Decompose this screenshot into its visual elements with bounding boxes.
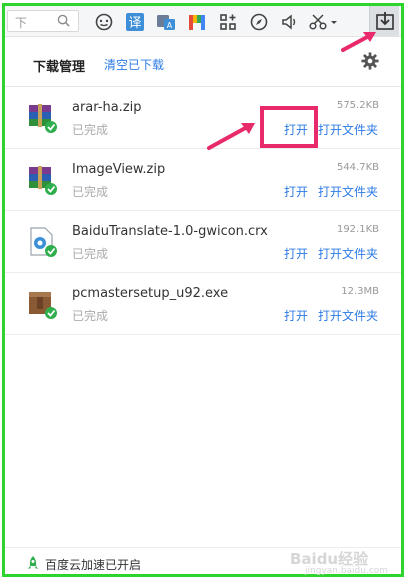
download-item: arar-ha.zip 575.2KB 已完成 打开 打开文件夹 [5,88,401,149]
search-icon[interactable] [57,14,70,27]
pointer-arrow-icon [207,123,255,150]
file-name: ImageView.zip [72,162,166,177]
download-item: pcmastersetup_u92.exe 12.3MB 已完成 打开 打开文件… [5,274,401,335]
search-input-text: 下 [15,16,28,30]
file-size: 192.1KB [336,224,379,235]
translate-icon[interactable]: 译 [124,11,146,33]
highlight-box [260,106,318,148]
open-link[interactable]: 打开 [284,307,308,324]
page-title: 下载管理 [33,60,86,75]
download-panel: 下 译 A 下载管理 清空已下载 arar-ha.zip 575.2KB 已完成… [2,3,404,577]
open-folder-link[interactable]: 打开文件夹 [318,183,378,200]
apps-grid-icon[interactable] [217,11,239,33]
color-m-icon[interactable] [186,11,208,33]
gear-icon[interactable] [361,52,379,70]
file-name: BaiduTranslate-1.0-gwicon.crx [72,224,268,239]
acceleration-status: 百度云加速已开启 [45,558,142,572]
file-size: 12.3MB [341,286,379,297]
package-icon [29,292,57,319]
speaker-icon[interactable] [279,11,301,33]
status-text: 已完成 [72,123,109,137]
file-name: pcmastersetup_u92.exe [72,286,229,301]
open-link[interactable]: 打开 [284,245,308,262]
watermark-url: jingyan.baidu.com [305,566,389,576]
text-translate-icon[interactable]: A [155,11,177,33]
status-footer: 百度云加速已开启 Baidu经验 jingyan.baidu.com [5,547,401,577]
file-name: arar-ha.zip [72,100,142,115]
emoji-icon[interactable] [93,11,115,33]
status-text: 已完成 [72,309,109,323]
download-item: ImageView.zip 544.7KB 已完成 打开 打开文件夹 [5,150,401,211]
svg-text:A: A [167,21,173,30]
rocket-icon [28,556,38,569]
open-folder-link[interactable]: 打开文件夹 [318,121,378,138]
status-text: 已完成 [72,247,109,261]
file-size: 544.7KB [336,162,379,173]
pointer-arrow-icon [341,32,376,52]
file-size: 575.2KB [336,100,379,111]
svg-text:译: 译 [128,16,141,31]
open-link[interactable]: 打开 [284,183,308,200]
status-text: 已完成 [72,185,109,199]
winrar-icon [29,166,57,195]
compass-icon[interactable] [248,11,270,33]
winrar-icon [29,104,57,133]
open-folder-link[interactable]: 打开文件夹 [318,307,378,324]
clear-downloads-link[interactable]: 清空已下载 [104,56,164,73]
open-folder-link[interactable]: 打开文件夹 [318,245,378,262]
scissors-icon[interactable] [308,11,340,33]
download-item: BaiduTranslate-1.0-gwicon.crx 192.1KB 已完… [5,212,401,273]
search-box[interactable]: 下 [7,10,79,32]
crx-icon [30,227,57,257]
